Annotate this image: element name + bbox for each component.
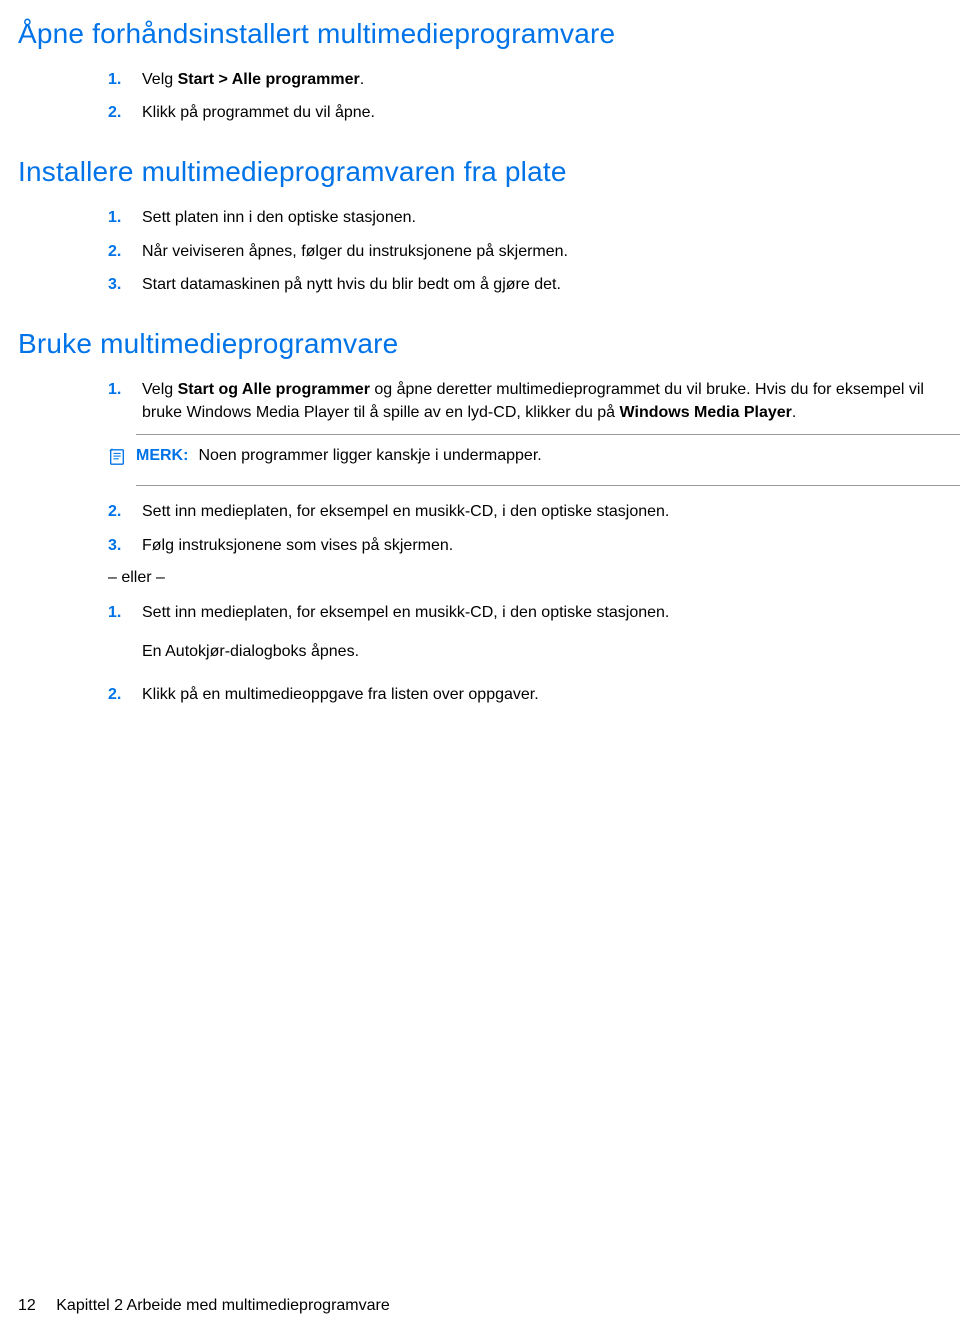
heading-open-preinstalled: Åpne forhåndsinstallert multimedieprogra…	[18, 18, 960, 50]
section2-step-3: 3. Start datamaskinen på nytt hvis du bl…	[108, 273, 950, 296]
section3-steps: 1. Velg Start og Alle programmer og åpne…	[18, 378, 960, 424]
step-text: Velg Start og Alle programmer og åpne de…	[142, 378, 950, 424]
note-text: Noen programmer ligger kanskje i underma…	[198, 447, 541, 465]
step-text: Når veiviseren åpnes, følger du instruks…	[142, 240, 950, 263]
section2-steps: 1. Sett platen inn i den optiske stasjon…	[18, 206, 960, 296]
heading-use-multimedia: Bruke multimedieprogramvare	[18, 328, 960, 360]
section3-alt-step-1: 1. Sett inn medieplaten, for eksempel en…	[108, 601, 950, 673]
section3-step-2: 2. Sett inn medieplaten, for eksempel en…	[108, 500, 950, 523]
step-text: Velg Start > Alle programmer.	[142, 68, 950, 91]
note-label: MERK:	[136, 447, 188, 465]
page-footer: 12 Kapittel 2 Arbeide med multimedieprog…	[18, 1297, 390, 1315]
step-number: 2.	[108, 683, 142, 706]
page-number: 12	[18, 1297, 36, 1314]
step-text: Start datamaskinen på nytt hvis du blir …	[142, 273, 950, 296]
note-rule-bottom	[136, 485, 960, 486]
step-number: 2.	[108, 240, 142, 263]
section3-alt-steps: 1. Sett inn medieplaten, for eksempel en…	[18, 601, 960, 707]
step-text: Sett inn medieplaten, for eksempel en mu…	[142, 500, 950, 523]
section3-steps-cont: 2. Sett inn medieplaten, for eksempel en…	[18, 500, 960, 556]
step-number: 2.	[108, 500, 142, 523]
section1-steps: 1. Velg Start > Alle programmer. 2. Klik…	[18, 68, 960, 124]
step-text: Klikk på programmet du vil åpne.	[142, 101, 950, 124]
note-rule-top	[136, 434, 960, 435]
step-text: Sett platen inn i den optiske stasjonen.	[142, 206, 950, 229]
section2-step-1: 1. Sett platen inn i den optiske stasjon…	[108, 206, 950, 229]
heading-install-from-disc: Installere multimedieprogramvaren fra pl…	[18, 156, 960, 188]
section3-step-1: 1. Velg Start og Alle programmer og åpne…	[108, 378, 950, 424]
step-number: 1.	[108, 378, 142, 401]
note-row: MERK: Noen programmer ligger kanskje i u…	[18, 447, 960, 471]
note-icon	[108, 448, 130, 471]
step-sub-text: En Autokjør-dialogboks åpnes.	[142, 640, 950, 663]
step-number: 2.	[108, 101, 142, 124]
chapter-title: Kapittel 2 Arbeide med multimedieprogram…	[56, 1297, 390, 1314]
step-number: 1.	[108, 206, 142, 229]
section1-step-1: 1. Velg Start > Alle programmer.	[108, 68, 950, 91]
section3-alt-step-2: 2. Klikk på en multimedieoppgave fra lis…	[108, 683, 950, 706]
section2-step-2: 2. Når veiviseren åpnes, følger du instr…	[108, 240, 950, 263]
or-connector: – eller –	[18, 569, 960, 587]
step-number: 1.	[108, 68, 142, 91]
section3-step-3: 3. Følg instruksjonene som vises på skje…	[108, 534, 950, 557]
section1-step-2: 2. Klikk på programmet du vil åpne.	[108, 101, 950, 124]
step-number: 1.	[108, 601, 142, 624]
step-number: 3.	[108, 534, 142, 557]
step-text: Sett inn medieplaten, for eksempel en mu…	[142, 601, 950, 673]
step-number: 3.	[108, 273, 142, 296]
step-text: Klikk på en multimedieoppgave fra listen…	[142, 683, 950, 706]
step-text: Følg instruksjonene som vises på skjerme…	[142, 534, 950, 557]
